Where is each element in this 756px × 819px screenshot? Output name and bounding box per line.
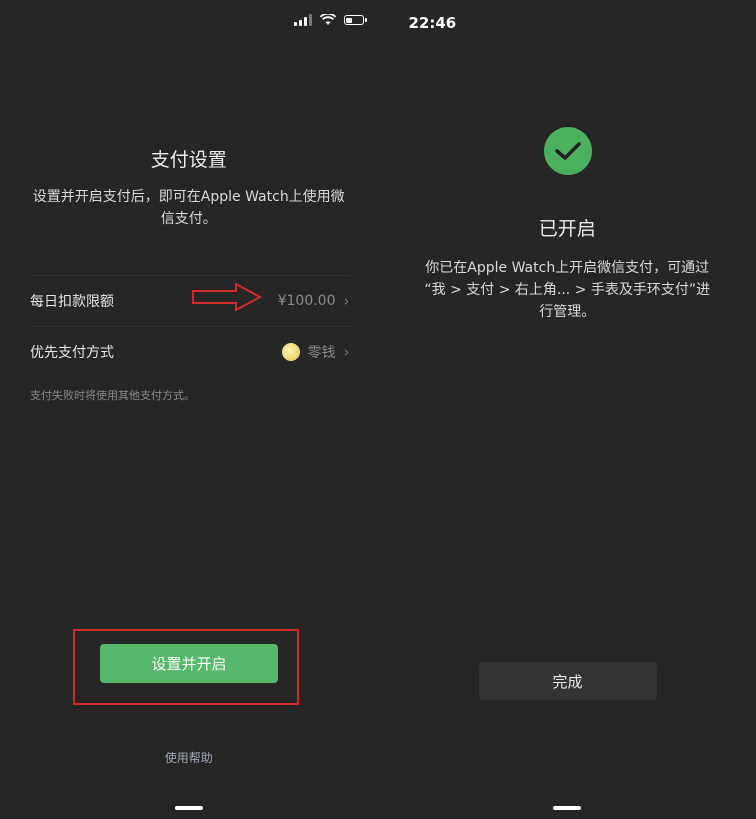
app-window: 支付设置 设置并开启支付后，即可在Apple Watch上使用微信支付。 每日扣…	[0, 0, 756, 819]
description-line: “我 > 支付 > 右上角... > 手表及手环支付”进	[424, 282, 711, 298]
description-line: 行管理。	[539, 304, 596, 320]
enabled-description: 你已在Apple Watch上开启微信支付，可通过 “我 > 支付 > 右上角.…	[401, 257, 735, 323]
enabled-screen: 22:46 已开启 你已在Apple Watch上开启微信支付，可通过 “我 >…	[377, 0, 756, 819]
page-title: 支付设置	[150, 149, 227, 171]
check-icon	[543, 127, 592, 175]
coin-icon	[281, 343, 300, 361]
signal-icon	[293, 14, 312, 26]
battery-icon	[343, 15, 367, 25]
payment-method-label: 优先支付方式	[30, 345, 114, 361]
payment-method-value: 零钱	[307, 345, 336, 361]
set-and-enable-button[interactable]: 设置并开启	[100, 644, 278, 683]
help-link[interactable]: 使用帮助	[0, 749, 378, 766]
chevron-right-icon: ›	[343, 343, 350, 361]
home-indicator	[174, 806, 203, 810]
chevron-right-icon: ›	[343, 292, 350, 310]
payment-method-row[interactable]: 优先支付方式 零钱 ›	[30, 327, 350, 377]
home-indicator	[553, 806, 582, 810]
payment-settings-screen: 支付设置 设置并开启支付后，即可在Apple Watch上使用微信支付。 每日扣…	[0, 0, 378, 819]
fallback-note: 支付失败时将使用其他支付方式。	[30, 389, 195, 402]
wifi-icon	[319, 14, 336, 25]
daily-limit-value: ¥100.00	[277, 293, 336, 309]
enabled-title: 已开启	[538, 218, 596, 240]
done-button[interactable]: 完成	[478, 662, 657, 700]
daily-limit-row[interactable]: 每日扣款限额 ¥100.00 ›	[30, 275, 350, 327]
daily-limit-label: 每日扣款限额	[30, 294, 114, 310]
status-time: 22:46	[408, 14, 457, 32]
status-bar	[293, 14, 367, 26]
description-line: 你已在Apple Watch上开启微信支付，可通过	[425, 260, 710, 276]
settings-description: 设置并开启支付后，即可在Apple Watch上使用微信支付。	[32, 189, 345, 227]
arrow-annotation-icon	[192, 282, 262, 312]
